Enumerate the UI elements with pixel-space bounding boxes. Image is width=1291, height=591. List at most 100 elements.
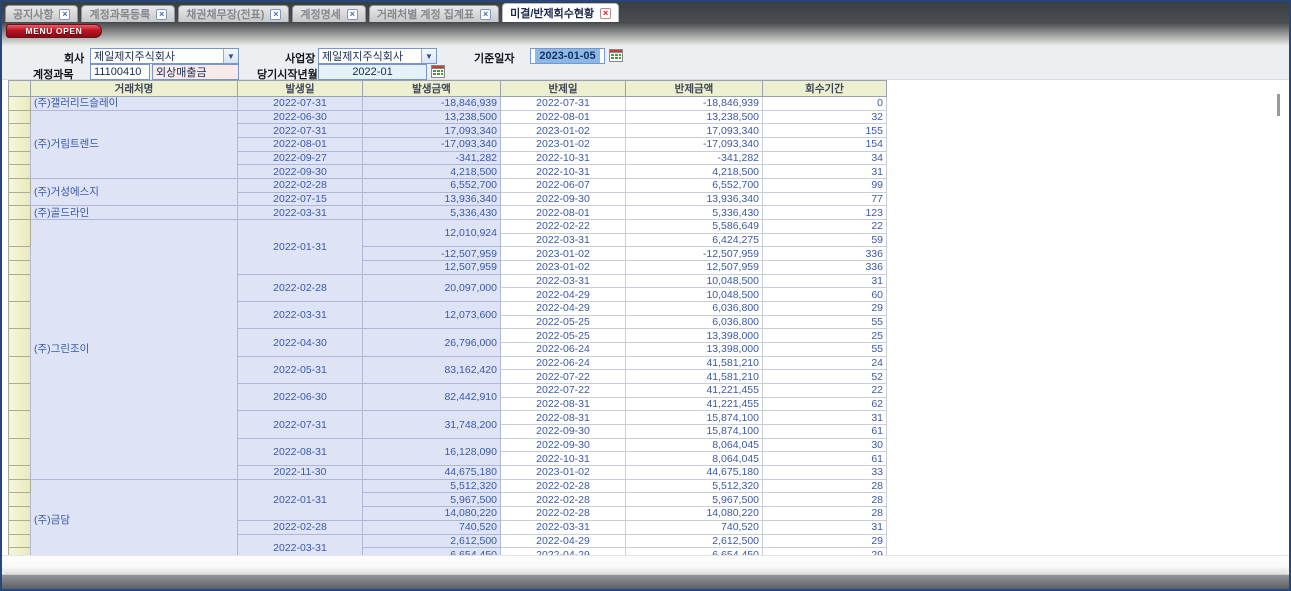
repayment-date-cell[interactable]: 2022-02-28 — [501, 479, 626, 493]
row-header-cell[interactable] — [9, 356, 31, 383]
row-header-cell[interactable] — [9, 97, 31, 111]
row-header-cell[interactable] — [9, 520, 31, 534]
repayment-amount-cell[interactable]: 13,398,000 — [626, 329, 763, 343]
collection-days-cell[interactable]: 31 — [763, 411, 887, 425]
row-header-cell[interactable] — [9, 384, 31, 411]
row-header-cell[interactable] — [9, 220, 31, 247]
row-header-cell[interactable] — [9, 110, 31, 124]
repayment-amount-cell[interactable]: 6,036,800 — [626, 302, 763, 316]
row-header-cell[interactable] — [9, 507, 31, 521]
base-date-input[interactable]: 2023-01-05 — [530, 48, 605, 64]
repayment-amount-cell[interactable]: 5,336,430 — [626, 206, 763, 220]
repayment-date-cell[interactable]: 2023-01-02 — [501, 466, 626, 480]
row-header-cell[interactable] — [9, 165, 31, 179]
collection-days-cell[interactable]: 22 — [763, 220, 887, 234]
repayment-amount-cell[interactable]: 15,874,100 — [626, 425, 763, 439]
occurrence-amount-cell[interactable]: -341,282 — [363, 151, 501, 165]
repayment-amount-cell[interactable]: 10,048,500 — [626, 274, 763, 288]
tab-채권채무장(전표)[interactable]: 채권채무장(전표)× — [178, 5, 289, 22]
occurrence-amount-cell[interactable]: 6,552,700 — [363, 179, 501, 193]
row-header-cell[interactable] — [9, 479, 31, 493]
repayment-date-cell[interactable]: 2022-07-22 — [501, 384, 626, 398]
row-header-cell[interactable] — [9, 329, 31, 356]
row-header-cell[interactable] — [9, 466, 31, 480]
repayment-amount-cell[interactable]: 10,048,500 — [626, 288, 763, 302]
repayment-amount-cell[interactable]: 41,221,455 — [626, 384, 763, 398]
occurrence-date-cell[interactable]: 2022-01-31 — [238, 479, 363, 520]
repayment-date-cell[interactable]: 2023-01-02 — [501, 124, 626, 138]
repayment-amount-cell[interactable]: 4,218,500 — [626, 165, 763, 179]
occurrence-amount-cell[interactable]: 44,675,180 — [363, 466, 501, 480]
repayment-amount-cell[interactable]: 41,221,455 — [626, 397, 763, 411]
collection-days-cell[interactable]: 22 — [763, 384, 887, 398]
calendar-icon[interactable] — [431, 65, 445, 78]
occurrence-date-cell[interactable]: 2022-11-30 — [238, 466, 363, 480]
menu-open-button[interactable]: MENU OPEN — [6, 24, 102, 38]
customer-name-cell[interactable]: (주)거림트렌드 — [31, 110, 238, 178]
occurrence-amount-cell[interactable]: 2,612,500 — [363, 534, 501, 548]
row-header-cell[interactable] — [9, 411, 31, 438]
collection-days-cell[interactable]: 34 — [763, 151, 887, 165]
row-header-cell[interactable] — [9, 302, 31, 329]
repayment-amount-cell[interactable]: 15,874,100 — [626, 411, 763, 425]
collection-days-cell[interactable]: 31 — [763, 274, 887, 288]
row-header-cell[interactable] — [9, 493, 31, 507]
repayment-date-cell[interactable]: 2022-05-25 — [501, 315, 626, 329]
occurrence-amount-cell[interactable]: 12,507,959 — [363, 261, 501, 275]
occurrence-amount-cell[interactable]: 5,336,430 — [363, 206, 501, 220]
occurrence-amount-cell[interactable]: 17,093,340 — [363, 124, 501, 138]
occurrence-amount-cell[interactable]: 5,967,500 — [363, 493, 501, 507]
occurrence-amount-cell[interactable]: 20,097,000 — [363, 274, 501, 301]
occurrence-amount-cell[interactable]: 12,010,924 — [363, 220, 501, 247]
tab-close-icon[interactable]: × — [480, 9, 491, 20]
occurrence-date-cell[interactable]: 2022-02-28 — [238, 179, 363, 193]
repayment-date-cell[interactable]: 2022-10-31 — [501, 151, 626, 165]
row-header-cell[interactable] — [9, 261, 31, 275]
collection-days-cell[interactable]: 30 — [763, 438, 887, 452]
occurrence-amount-cell[interactable]: 26,796,000 — [363, 329, 501, 356]
occurrence-amount-cell[interactable]: 16,128,090 — [363, 438, 501, 465]
collection-days-cell[interactable]: 336 — [763, 247, 887, 261]
repayment-date-cell[interactable]: 2022-09-30 — [501, 438, 626, 452]
occurrence-date-cell[interactable]: 2022-09-27 — [238, 151, 363, 165]
repayment-date-cell[interactable]: 2022-04-29 — [501, 288, 626, 302]
occurrence-date-cell[interactable]: 2022-05-31 — [238, 356, 363, 383]
calendar-icon[interactable] — [609, 49, 623, 62]
occurrence-date-cell[interactable]: 2022-02-28 — [238, 520, 363, 534]
occurrence-date-cell[interactable]: 2022-06-30 — [238, 110, 363, 124]
occurrence-date-cell[interactable]: 2022-09-30 — [238, 165, 363, 179]
repayment-amount-cell[interactable]: 13,398,000 — [626, 343, 763, 357]
repayment-date-cell[interactable]: 2022-06-24 — [501, 343, 626, 357]
repayment-date-cell[interactable]: 2022-02-28 — [501, 493, 626, 507]
tab-close-icon[interactable]: × — [156, 9, 167, 20]
row-header-cell[interactable] — [9, 124, 31, 138]
period-input[interactable]: 2022-01 — [318, 64, 427, 80]
repayment-amount-cell[interactable]: 5,586,649 — [626, 220, 763, 234]
occurrence-date-cell[interactable]: 2022-07-31 — [238, 411, 363, 438]
repayment-amount-cell[interactable]: 41,581,210 — [626, 370, 763, 384]
tab-close-icon[interactable]: × — [59, 9, 70, 20]
row-header-cell[interactable] — [9, 247, 31, 261]
repayment-amount-cell[interactable]: 5,512,320 — [626, 479, 763, 493]
collection-days-cell[interactable]: 336 — [763, 261, 887, 275]
repayment-date-cell[interactable]: 2022-09-30 — [501, 192, 626, 206]
collection-days-cell[interactable]: 55 — [763, 343, 887, 357]
occurrence-date-cell[interactable]: 2022-08-31 — [238, 438, 363, 465]
account-name-input[interactable]: 외상매출금 — [152, 64, 239, 80]
collection-days-cell[interactable]: 28 — [763, 507, 887, 521]
repayment-date-cell[interactable]: 2022-09-30 — [501, 425, 626, 439]
horizontal-scrollbar[interactable] — [2, 555, 1289, 575]
tab-거래처별 계정 집계표[interactable]: 거래처별 계정 집계표× — [369, 5, 499, 22]
collection-days-cell[interactable]: 31 — [763, 520, 887, 534]
repayment-amount-cell[interactable]: 8,064,045 — [626, 438, 763, 452]
repayment-date-cell[interactable]: 2022-07-22 — [501, 370, 626, 384]
repayment-date-cell[interactable]: 2022-03-31 — [501, 274, 626, 288]
customer-name-cell[interactable]: (주)그린조이 — [31, 220, 238, 480]
row-header-cell[interactable] — [9, 274, 31, 301]
row-header-cell[interactable] — [9, 138, 31, 152]
occurrence-amount-cell[interactable]: 82,442,910 — [363, 384, 501, 411]
collection-days-cell[interactable]: 24 — [763, 356, 887, 370]
repayment-amount-cell[interactable]: 17,093,340 — [626, 124, 763, 138]
row-header-cell[interactable] — [9, 151, 31, 165]
company-select[interactable]: 제일제지주식회사 ▼ — [90, 48, 239, 64]
